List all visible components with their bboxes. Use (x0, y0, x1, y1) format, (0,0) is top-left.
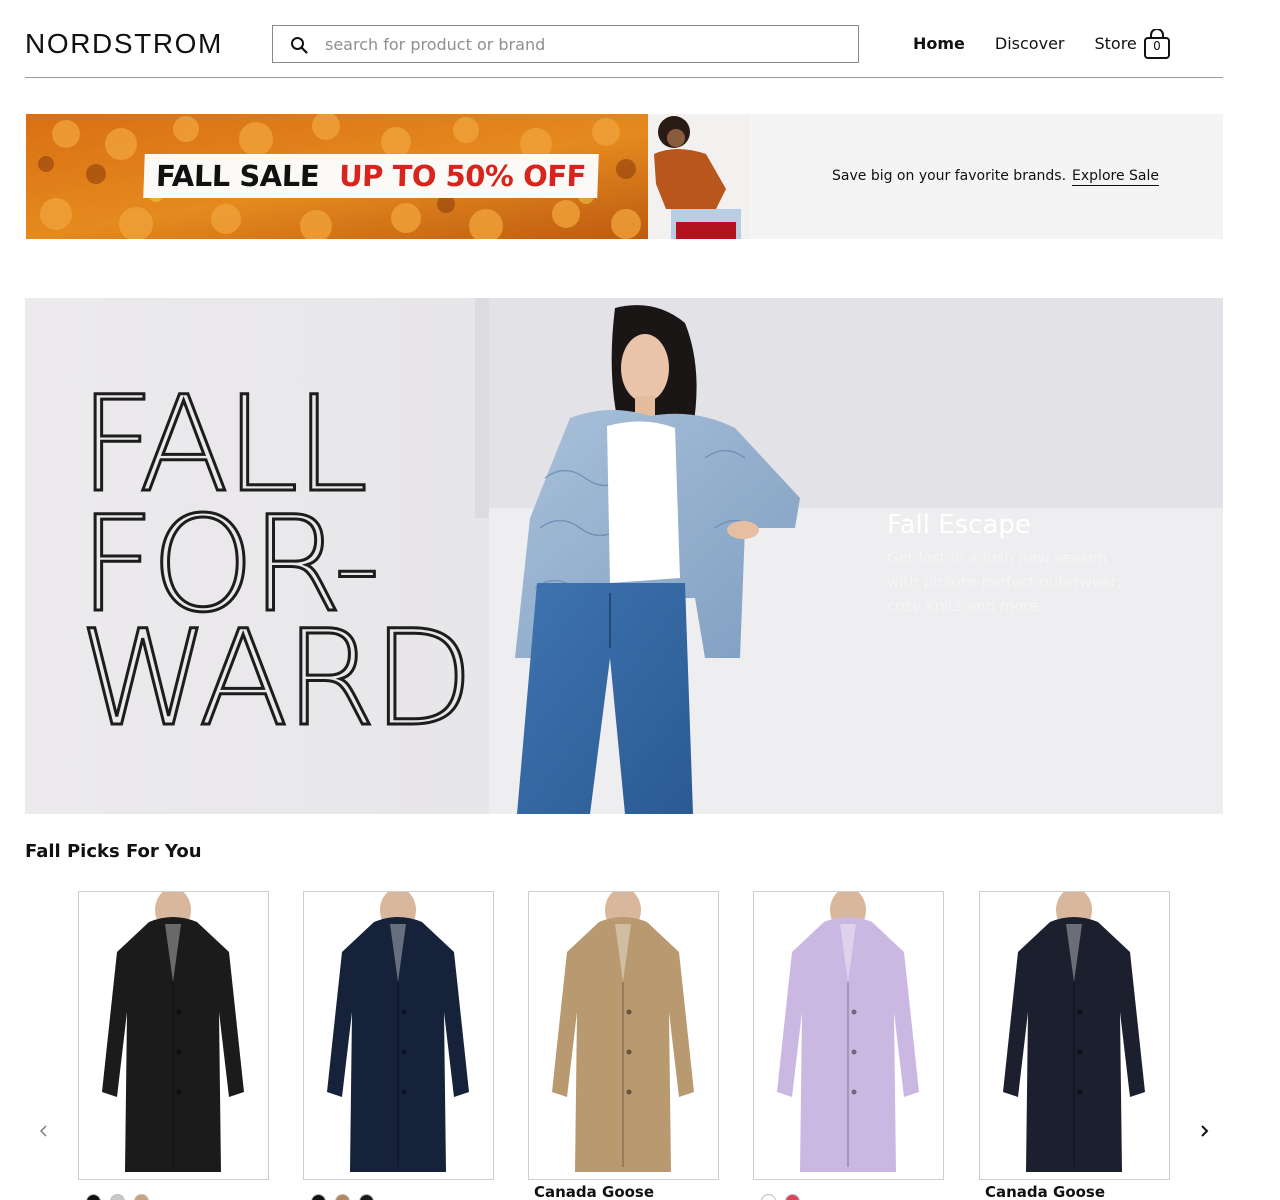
product-brand[interactable]: Canada Goose (534, 1183, 654, 1200)
product-image (754, 892, 943, 1179)
sale-label-left: FALL SALE (155, 159, 320, 193)
color-swatch[interactable] (86, 1194, 101, 1200)
hero-heading: Fall Escape (887, 510, 1031, 540)
nav-home-link[interactable]: Home (913, 33, 965, 55)
sale-banner-image: FALL SALE UP TO 50% OFF (26, 114, 750, 239)
explore-sale-link[interactable]: Explore Sale (1072, 168, 1159, 186)
product-card[interactable] (979, 891, 1170, 1180)
chevron-right-icon[interactable] (1195, 1120, 1215, 1142)
product-image (980, 892, 1169, 1179)
color-swatches (761, 1194, 809, 1200)
color-swatch[interactable] (761, 1194, 776, 1200)
hero-banner[interactable]: FALL FOR- WARD Fall Escape Get lost in a… (25, 298, 1223, 814)
hero-subtext: Get lost in a lush new season with pictu… (887, 549, 1122, 615)
bag-count: 0 (1153, 39, 1161, 53)
color-swatch[interactable] (134, 1194, 149, 1200)
color-swatches (86, 1194, 158, 1200)
main-nav: Home Discover Store (913, 33, 1167, 55)
sale-text: Save big on your favorite brands. Explore… (832, 166, 1159, 186)
sale-label-right: UP TO 50% OFF (338, 159, 587, 193)
hero-title-line-3: WARD (79, 602, 470, 756)
color-swatch[interactable] (359, 1194, 374, 1200)
sale-description: Save big on your favorite brands. (832, 168, 1067, 184)
hero-copy: Fall Escape Get lost in a lush new seaso… (887, 508, 1137, 618)
nav-store-link[interactable]: Store (1094, 33, 1136, 55)
chevron-left-icon[interactable] (34, 1120, 54, 1142)
product-card[interactable] (78, 891, 269, 1180)
color-swatch[interactable] (110, 1194, 125, 1200)
product-brand[interactable]: Canada Goose (985, 1183, 1105, 1200)
nordstrom-logo[interactable]: NORDSTROM (25, 28, 223, 60)
search-icon[interactable] (290, 36, 308, 54)
color-swatches (311, 1194, 383, 1200)
product-card[interactable] (303, 891, 494, 1180)
search-input[interactable] (325, 32, 845, 56)
product-card[interactable] (528, 891, 719, 1180)
fall-sale-banner[interactable]: FALL SALE UP TO 50% OFF Save big on your… (26, 114, 1223, 239)
site-header: NORDSTROM Home Discover Store 0 (25, 0, 1223, 78)
product-card[interactable] (753, 891, 944, 1180)
product-image (529, 892, 718, 1179)
nav-discover-link[interactable]: Discover (995, 33, 1065, 55)
color-swatch[interactable] (335, 1194, 350, 1200)
product-image (304, 892, 493, 1179)
product-image (79, 892, 268, 1179)
search-bar[interactable] (272, 25, 859, 63)
shopping-bag-button[interactable]: 0 (1143, 28, 1171, 59)
color-swatch[interactable] (311, 1194, 326, 1200)
picks-section-title: Fall Picks For You (25, 841, 202, 862)
color-swatch[interactable] (785, 1194, 800, 1200)
sale-label: FALL SALE UP TO 50% OFF (143, 154, 599, 198)
